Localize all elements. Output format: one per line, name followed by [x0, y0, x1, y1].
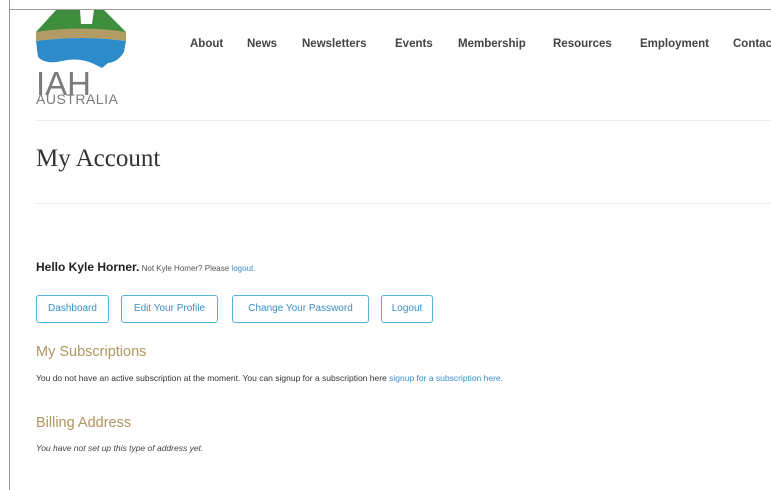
nav-contact[interactable]: Contac: [733, 38, 771, 50]
change-password-button[interactable]: Change Your Password: [232, 295, 369, 323]
nav-employment[interactable]: Employment: [640, 38, 709, 50]
nav-membership[interactable]: Membership: [458, 38, 526, 50]
nav-events[interactable]: Events: [395, 38, 433, 50]
nav-news[interactable]: News: [247, 38, 277, 50]
nav-newsletters[interactable]: Newsletters: [302, 38, 367, 50]
logo-map-icon: [36, 10, 126, 68]
nav-about[interactable]: About: [190, 38, 223, 50]
title-divider: [36, 203, 771, 204]
subscriptions-text: You do not have an active subscription a…: [36, 373, 503, 383]
billing-message: You have not set up this type of address…: [36, 443, 204, 453]
edit-profile-button[interactable]: Edit Your Profile: [121, 295, 218, 323]
dashboard-button[interactable]: Dashboard: [36, 295, 109, 323]
header-divider: [36, 120, 771, 121]
greeting-not-user: Not Kyle Homer? Please: [139, 264, 232, 273]
page-title: My Account: [36, 145, 161, 172]
billing-heading: Billing Address: [36, 415, 132, 431]
site-logo[interactable]: IAH AUSTRALIA: [34, 10, 134, 110]
logout-button[interactable]: Logout: [381, 295, 433, 323]
greeting: Hello Kyle Horner. Not Kyle Homer? Pleas…: [36, 260, 255, 276]
subscriptions-message: You do not have an active subscription a…: [36, 373, 390, 383]
greeting-name: Hello Kyle Horner.: [36, 260, 140, 274]
window-border-left: [9, 0, 10, 490]
nav-resources[interactable]: Resources: [553, 38, 612, 50]
logo-australia-text: AUSTRALIA: [36, 91, 119, 107]
greeting-logout-link[interactable]: logout.: [231, 264, 255, 273]
subscriptions-heading: My Subscriptions: [36, 344, 147, 360]
subscription-signup-link[interactable]: signup for a subscription here.: [389, 373, 503, 383]
